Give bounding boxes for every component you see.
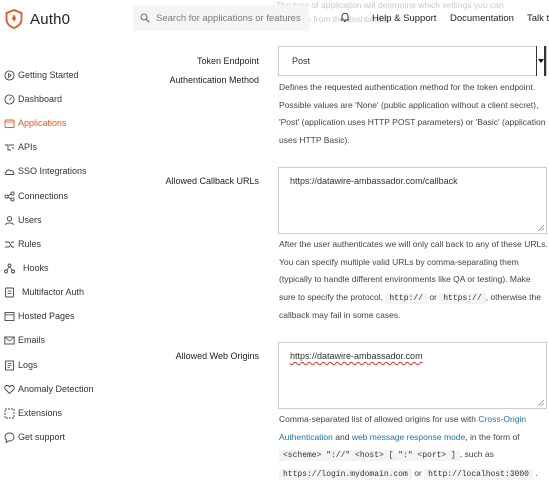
hooks-icon <box>4 263 15 273</box>
sidebar-item-label: Hosted Pages <box>18 311 75 321</box>
sidebar-item-label: Get support <box>18 432 66 442</box>
sidebar-item-applications[interactable]: Applications <box>4 115 67 131</box>
sidebar-item-label: APIs <box>18 142 38 152</box>
sidebar-item-rules[interactable]: Rules <box>4 236 41 252</box>
callback-urls-value: https://datawire-ambassador.com/callback <box>290 176 458 186</box>
applications-icon <box>4 119 15 128</box>
gauge-icon <box>4 93 15 105</box>
notifications-bell[interactable] <box>340 12 350 25</box>
web-origins-help-text: Comma-separated list of allowed origins … <box>279 414 477 424</box>
cloud-icon <box>4 168 15 175</box>
sidebar-item-apis[interactable]: APIs <box>4 139 37 155</box>
talk-to-us-link[interactable]: Talk t <box>527 13 549 24</box>
search-icon <box>140 13 150 23</box>
period-text: . <box>535 467 538 478</box>
web-origins-help: Comma-separated list of allowed origins … <box>279 411 549 480</box>
hosted-pages-icon <box>4 311 15 321</box>
callback-urls-textarea[interactable]: https://datawire-ambassador.com/callback <box>278 167 547 234</box>
sidebar-item-label: Anomaly Detection <box>18 384 94 394</box>
sidebar-item-logs[interactable]: Logs <box>4 357 38 373</box>
web-message-mode-link[interactable]: web message response mode <box>352 432 465 442</box>
callback-urls-help: After the user authenticates we will onl… <box>279 236 549 325</box>
token-endpoint-help: Defines the requested authentication met… <box>279 82 546 145</box>
sidebar-item-label: Dashboard <box>18 94 63 104</box>
sidebar-item-getting-started[interactable]: Getting Started <box>4 67 79 83</box>
sidebar-item-connections[interactable]: Connections <box>4 188 68 204</box>
sidebar-item-dashboard[interactable]: Dashboard <box>4 91 62 107</box>
code-https: https:// <box>439 292 486 304</box>
code-localhost: http://localhost:3000 <box>424 468 533 480</box>
sidebar-item-emails[interactable]: Emails <box>4 332 45 348</box>
play-circle-icon <box>4 69 15 81</box>
sidebar-item-label: Users <box>18 215 42 225</box>
sidebar-item-label: Getting Started <box>18 70 79 80</box>
resize-handle-icon[interactable] <box>538 400 544 406</box>
sidebar-item-label: Extensions <box>18 408 63 418</box>
callback-urls-label: Allowed Callback URLs <box>165 176 259 186</box>
sidebar-item-hosted-pages[interactable]: Hosted Pages <box>4 308 75 324</box>
logs-icon <box>5 360 14 370</box>
authentication-method-label: Authentication Method <box>169 75 259 85</box>
heart-icon <box>4 384 15 394</box>
help-support-link[interactable]: Help & Support <box>372 13 436 24</box>
code-scheme: <scheme> "://" <host> [ ":" <port> ] <box>279 450 460 461</box>
auth0-shield-icon <box>5 9 23 29</box>
sidebar-item-label: Emails <box>18 335 46 345</box>
sidebar-item-label: Rules <box>18 239 42 249</box>
web-origins-label: Allowed Web Origins <box>175 351 259 361</box>
sidebar-item-anomaly-detection[interactable]: Anomaly Detection <box>4 381 94 397</box>
sidebar-item-sso-integrations[interactable]: SSO Integrations <box>4 163 87 179</box>
documentation-link[interactable]: Documentation <box>450 13 514 24</box>
sidebar-item-get-support[interactable]: Get support <box>4 429 65 445</box>
token-endpoint-label: Token Endpoint <box>196 56 259 66</box>
bell-icon <box>341 12 349 22</box>
page: The type of application will determine w… <box>0 0 549 480</box>
sidebar-item-label: Multifactor Auth <box>22 287 85 297</box>
or-text: or <box>414 467 422 478</box>
resize-handle-icon[interactable] <box>538 225 544 231</box>
token-endpoint-value: Post <box>292 56 311 66</box>
sidebar-item-hooks[interactable]: Hooks <box>4 260 49 276</box>
search-box[interactable] <box>133 5 309 31</box>
auth0-logo[interactable]: Auth0 <box>5 9 70 29</box>
connections-icon <box>4 190 15 202</box>
and-text: and <box>335 431 350 442</box>
code-login-domain: https://login.mydomain.com <box>279 468 412 480</box>
or-text: or <box>429 291 437 302</box>
chevron-down-icon[interactable] <box>536 46 546 76</box>
such-as-text: , such as <box>459 449 494 459</box>
email-icon <box>4 336 15 344</box>
chat-icon <box>4 432 15 443</box>
sidebar-item-extensions[interactable]: Extensions <box>4 405 62 421</box>
sidebar-item-label: Logs <box>18 360 38 370</box>
sidebar-item-label: Connections <box>18 191 69 201</box>
rules-icon <box>5 241 14 247</box>
code-http: http:// <box>385 292 427 304</box>
sidebar-item-users[interactable]: Users <box>4 212 42 228</box>
sidebar-item-multifactor-auth[interactable]: Multifactor Auth <box>4 284 84 300</box>
extensions-icon <box>4 408 15 418</box>
web-origins-textarea[interactable]: https://datawire-ambassador.com <box>278 342 547 409</box>
search-input[interactable] <box>156 12 306 24</box>
token-endpoint-select[interactable]: Post <box>278 46 547 76</box>
web-origins-value: https://datawire-ambassador.com <box>290 351 423 361</box>
api-icon <box>5 144 14 150</box>
user-icon <box>5 215 14 225</box>
sidebar-item-label: Hooks <box>23 263 49 273</box>
multifactor-icon <box>5 287 14 297</box>
brand-name: Auth0 <box>30 10 71 28</box>
sidebar-item-label: SSO Integrations <box>18 166 87 176</box>
web-origins-help-form: , in the form of <box>465 431 520 442</box>
sidebar-item-label: Applications <box>18 118 67 128</box>
